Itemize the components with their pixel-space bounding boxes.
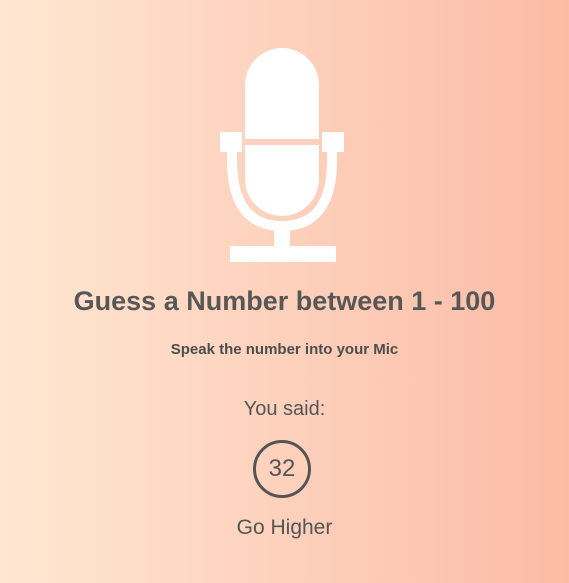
spoken-number-badge: 32 [253, 440, 311, 498]
hint-text: Go Higher [236, 516, 333, 539]
spoken-number-value: 32 [268, 455, 296, 482]
microphone-icon[interactable] [220, 48, 344, 262]
instruction-text: Speak the number into your Mic [170, 341, 399, 358]
app-container: Guess a Number between 1 - 100 Speak the… [0, 0, 569, 583]
you-said-label: You said: [243, 398, 326, 420]
game-title: Guess a Number between 1 - 100 [73, 286, 496, 316]
